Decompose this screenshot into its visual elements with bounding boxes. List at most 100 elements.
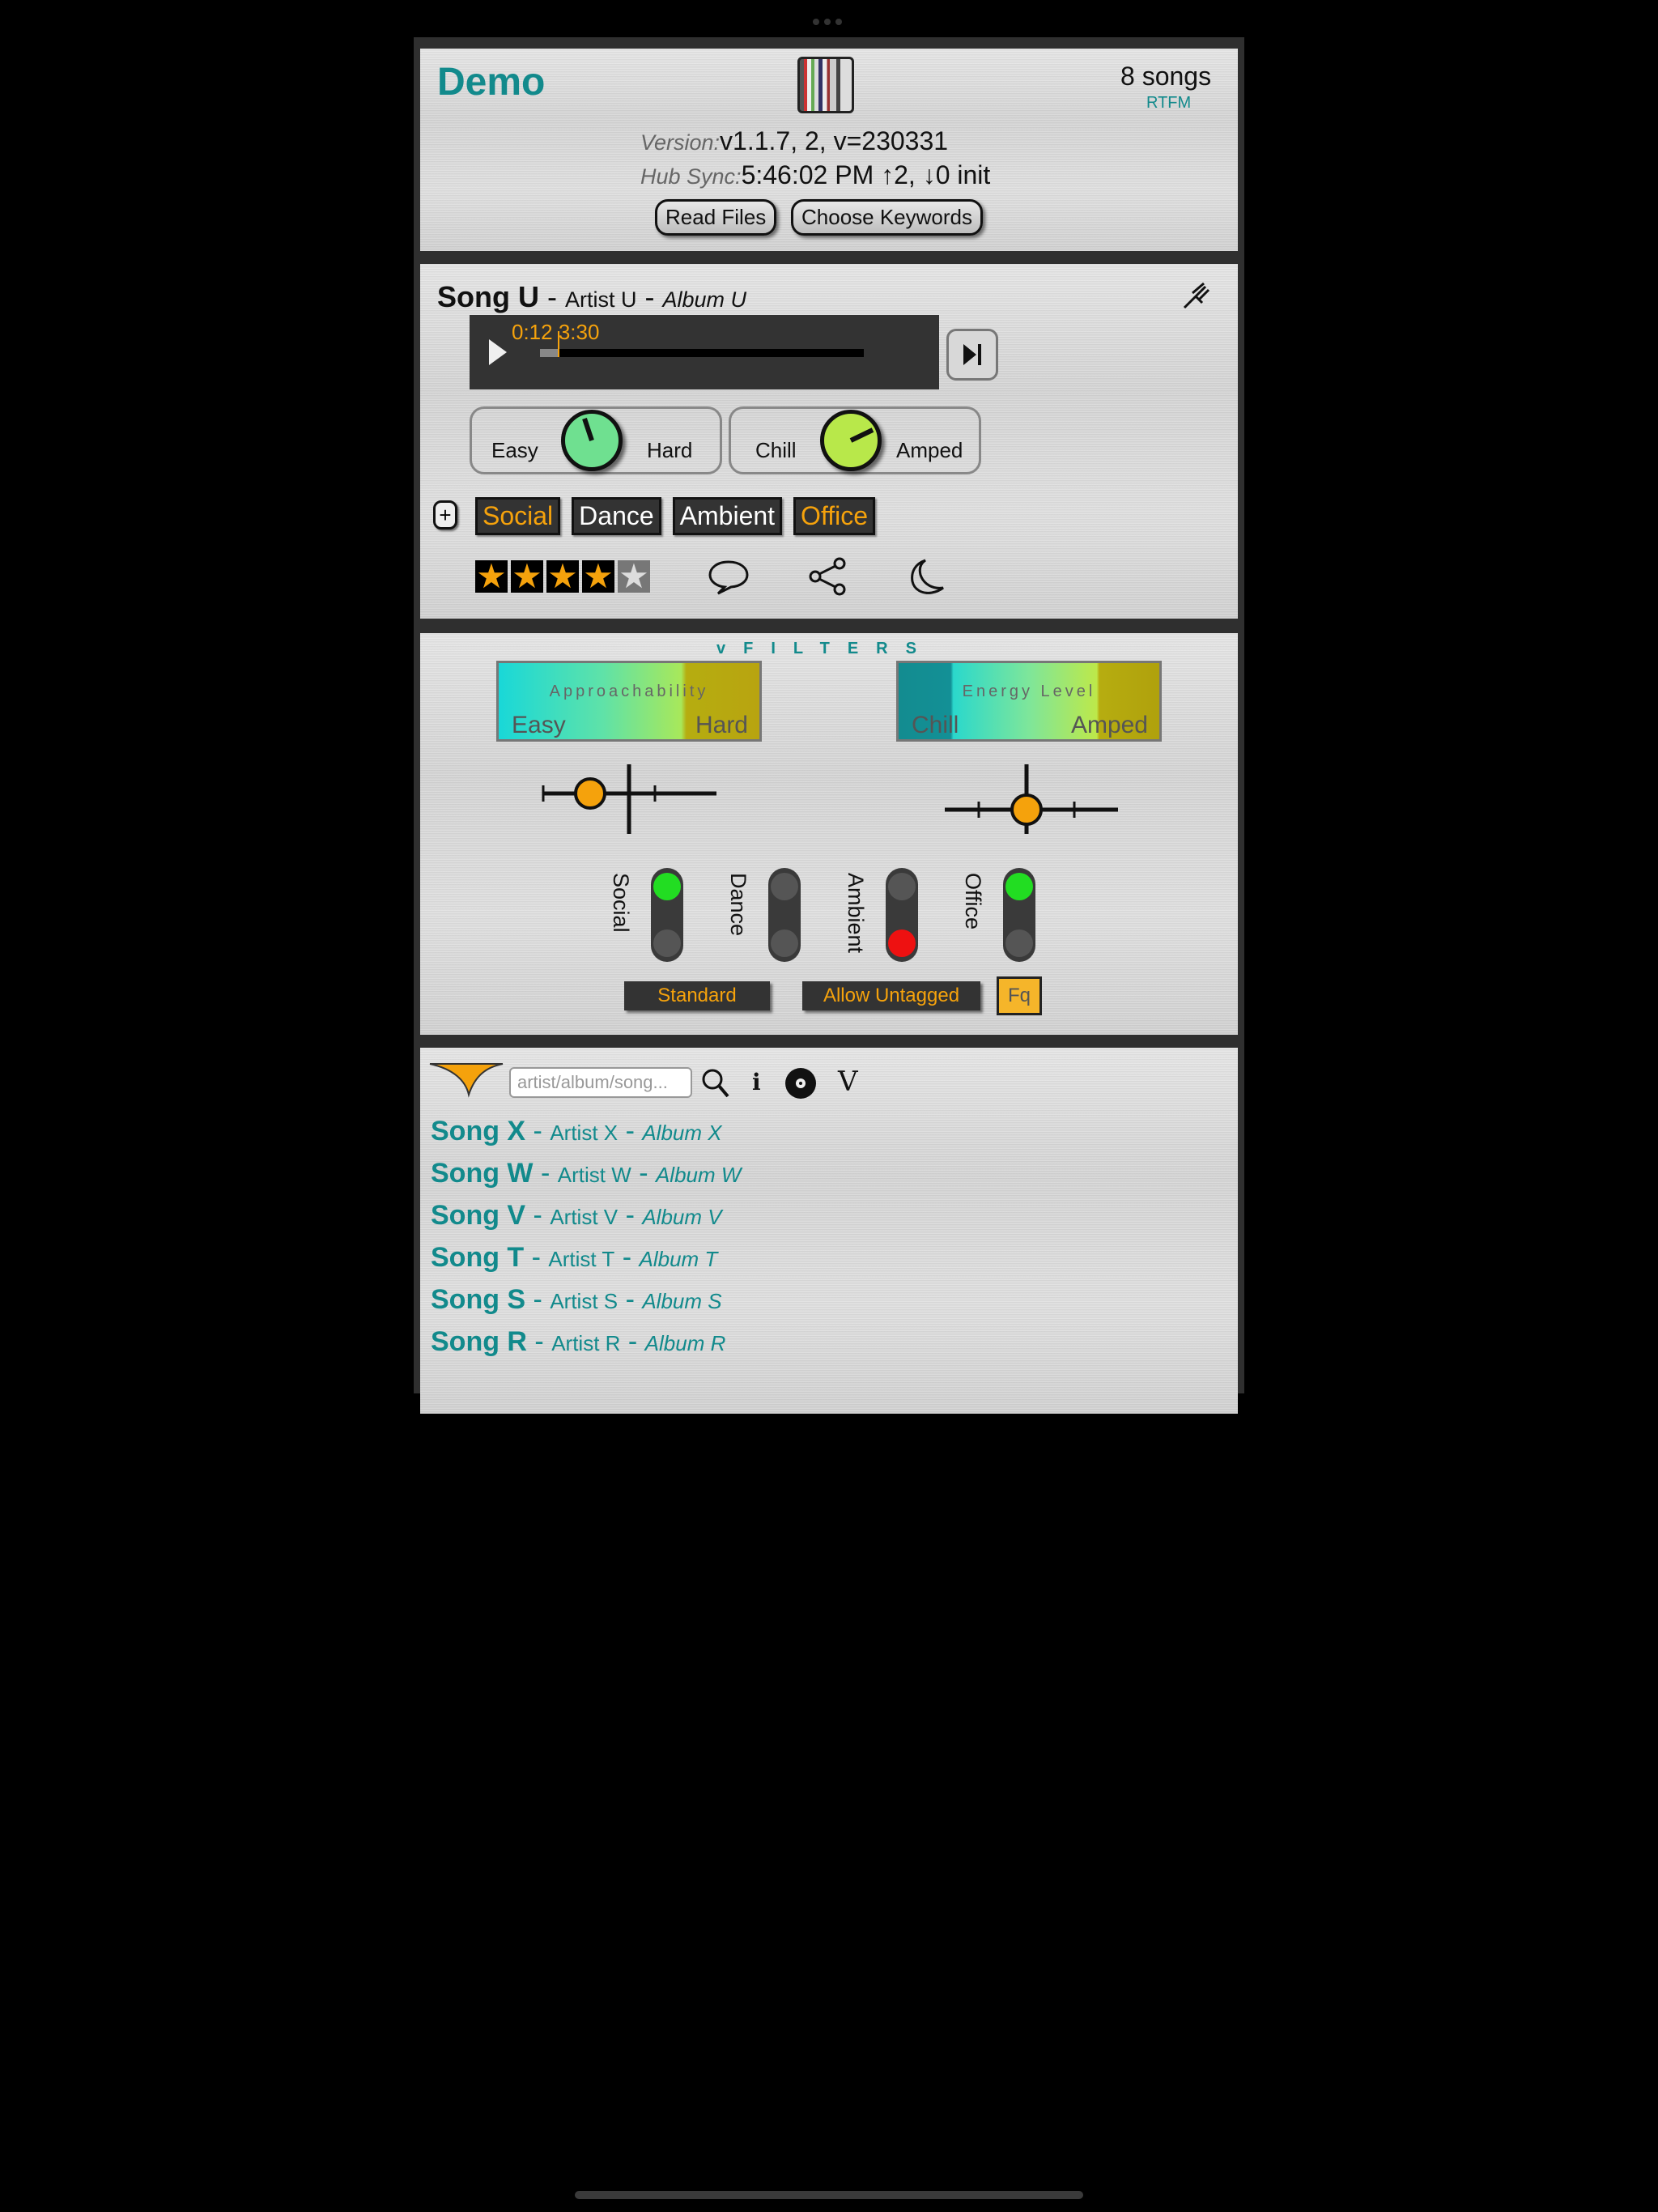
hub-sync-row: Hub Sync:5:46:02 PM ↑2, ↓0 init bbox=[640, 160, 990, 190]
now-playing-song: Song U bbox=[437, 280, 539, 313]
choose-keywords-button[interactable]: Choose Keywords bbox=[791, 199, 983, 236]
tag-dance[interactable]: Dance bbox=[572, 497, 661, 535]
list-album: Album V bbox=[642, 1205, 722, 1229]
fq-button[interactable]: Fq bbox=[997, 976, 1042, 1015]
list-album: Album S bbox=[642, 1289, 722, 1313]
progress-fill bbox=[540, 349, 558, 357]
audio-player: 0:12 3:30 bbox=[470, 315, 939, 389]
knob-amped-label: Amped bbox=[896, 438, 963, 462]
standard-button[interactable]: Standard bbox=[624, 981, 770, 1010]
list-item[interactable]: Song S - Artist S - Album S bbox=[431, 1284, 722, 1316]
read-files-button[interactable]: Read Files bbox=[655, 199, 777, 236]
info-icon[interactable]: i bbox=[752, 1069, 761, 1095]
skip-next-button[interactable] bbox=[946, 329, 998, 381]
now-playing-panel: Song U - Artist U - Album U 0:12 3:30 Ea… bbox=[420, 264, 1238, 619]
skip-next-icon bbox=[963, 344, 981, 365]
energy-knob-control: Chill Amped bbox=[729, 406, 981, 474]
progress-track[interactable] bbox=[540, 349, 864, 357]
energy-slider[interactable] bbox=[942, 763, 1121, 836]
song-list-panel: artist/album/song... i V Song X - Artist… bbox=[420, 1048, 1238, 1414]
toggle-dance[interactable] bbox=[768, 868, 801, 962]
list-song: Song W bbox=[431, 1158, 534, 1189]
toggle-exclude-dot bbox=[888, 929, 916, 957]
separator: - bbox=[533, 1158, 558, 1189]
app-frame: Demo 8 songs RTFM Version:v1.1.7, 2, v=2… bbox=[414, 37, 1244, 1414]
multitask-dots[interactable] bbox=[813, 15, 847, 25]
list-artist: Artist T bbox=[548, 1247, 615, 1271]
play-icon[interactable] bbox=[489, 339, 507, 365]
toggle-label-office: Office bbox=[961, 873, 985, 930]
toggle-include-dot bbox=[771, 873, 798, 900]
approachability-range[interactable]: Approachability Easy Hard bbox=[496, 661, 762, 742]
list-song: Song X bbox=[431, 1116, 526, 1146]
separator: - bbox=[525, 1116, 551, 1146]
funnel-icon[interactable] bbox=[428, 1061, 504, 1100]
separator: - bbox=[636, 280, 663, 313]
sleep-moon-icon[interactable] bbox=[904, 555, 946, 598]
list-item[interactable]: Song X - Artist X - Album X bbox=[431, 1116, 722, 1147]
total-duration: 3:30 bbox=[558, 320, 600, 344]
v-icon[interactable]: V bbox=[838, 1066, 858, 1098]
tuning-fork-icon[interactable] bbox=[1180, 279, 1212, 311]
list-song: Song T bbox=[431, 1242, 525, 1273]
separator: - bbox=[525, 1284, 551, 1315]
list-item[interactable]: Song T - Artist T - Album T bbox=[431, 1242, 717, 1274]
approachability-knob[interactable] bbox=[561, 410, 623, 471]
list-item[interactable]: Song W - Artist W - Album W bbox=[431, 1158, 741, 1189]
progress-thumb[interactable] bbox=[558, 331, 559, 357]
list-artist: Artist V bbox=[550, 1205, 619, 1229]
list-artist: Artist X bbox=[550, 1121, 619, 1145]
star-icon[interactable]: ★ bbox=[546, 557, 579, 595]
toggle-include-dot bbox=[1005, 873, 1033, 900]
toggle-office[interactable] bbox=[1003, 868, 1035, 962]
list-artist: Artist S bbox=[550, 1289, 619, 1313]
separator: - bbox=[618, 1200, 643, 1231]
vinyl-record-icon[interactable] bbox=[784, 1067, 817, 1100]
approachability-slider[interactable] bbox=[540, 763, 720, 836]
tag-office[interactable]: Office bbox=[793, 497, 876, 535]
toggle-social[interactable] bbox=[651, 868, 683, 962]
list-item[interactable]: Song V - Artist V - Album V bbox=[431, 1200, 722, 1231]
separator: - bbox=[620, 1326, 645, 1357]
tag-ambient[interactable]: Ambient bbox=[672, 497, 783, 535]
allow-untagged-button[interactable]: Allow Untagged bbox=[802, 981, 980, 1010]
separator: - bbox=[524, 1242, 549, 1273]
energy-range[interactable]: Energy Level Chill Amped bbox=[896, 661, 1162, 742]
version-value: v1.1.7, 2, v=230331 bbox=[720, 126, 949, 155]
toggle-ambient[interactable] bbox=[886, 868, 918, 962]
search-icon[interactable] bbox=[700, 1067, 731, 1100]
comment-icon[interactable] bbox=[707, 557, 750, 596]
list-album: Album W bbox=[655, 1163, 742, 1187]
energy-title: Energy Level bbox=[962, 683, 1096, 700]
list-artist: Artist W bbox=[557, 1163, 631, 1187]
share-icon[interactable] bbox=[807, 555, 849, 598]
app-title: Demo bbox=[437, 61, 546, 104]
toggle-include-dot bbox=[653, 873, 681, 900]
hub-sync-label: Hub Sync: bbox=[640, 164, 742, 189]
star-rating[interactable]: ★ ★ ★ ★ ★ bbox=[475, 557, 653, 595]
star-icon[interactable]: ★ bbox=[511, 557, 543, 595]
rtfm-link[interactable]: RTFM bbox=[1146, 94, 1191, 113]
add-tag-icon[interactable]: + bbox=[433, 500, 457, 530]
album-art-icon[interactable] bbox=[797, 57, 854, 113]
filters-title[interactable]: vFILTERS bbox=[716, 640, 934, 658]
approachability-title: Approachability bbox=[549, 683, 709, 700]
energy-knob[interactable] bbox=[820, 410, 882, 471]
list-song: Song S bbox=[431, 1284, 526, 1315]
tag-social[interactable]: Social bbox=[475, 497, 561, 535]
now-playing-artist: Artist U bbox=[564, 287, 637, 312]
energy-low: Chill bbox=[912, 712, 959, 738]
filters-panel: vFILTERS Approachability Easy Hard Energ… bbox=[420, 633, 1238, 1035]
star-icon[interactable]: ★ bbox=[582, 557, 614, 595]
separator: - bbox=[526, 1326, 552, 1357]
star-icon[interactable]: ★ bbox=[618, 557, 650, 595]
knob-chill-label: Chill bbox=[755, 438, 797, 462]
player-time: 0:12 3:30 bbox=[512, 320, 599, 345]
star-icon[interactable]: ★ bbox=[475, 557, 508, 595]
search-input[interactable]: artist/album/song... bbox=[509, 1067, 692, 1098]
list-item[interactable]: Song R - Artist R - Album R bbox=[431, 1326, 725, 1358]
toggle-include-dot bbox=[888, 873, 916, 900]
home-indicator[interactable] bbox=[575, 2191, 1083, 2199]
version-row: Version:v1.1.7, 2, v=230331 bbox=[640, 126, 948, 156]
toggle-label-dance: Dance bbox=[726, 873, 750, 937]
